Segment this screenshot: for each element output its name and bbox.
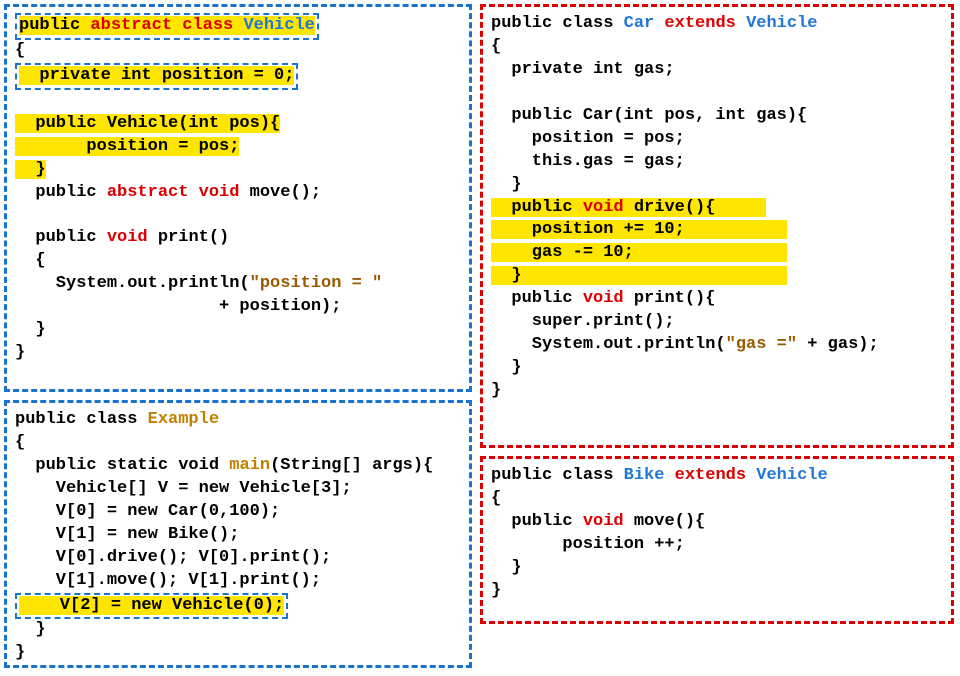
code-block-car: public class Car extends Vehicle { priva… (480, 4, 954, 448)
code-car: public class Car extends Vehicle { priva… (491, 13, 943, 403)
code-example: public class Example { public static voi… (15, 409, 461, 665)
code-block-example: public class Example { public static voi… (4, 400, 472, 668)
code-block-vehicle: public abstract class Vehicle { private … (4, 4, 472, 392)
code-block-bike: public class Bike extends Vehicle { publ… (480, 456, 954, 624)
code-bike: public class Bike extends Vehicle { publ… (491, 465, 943, 603)
code-vehicle: public abstract class Vehicle { private … (15, 13, 461, 365)
